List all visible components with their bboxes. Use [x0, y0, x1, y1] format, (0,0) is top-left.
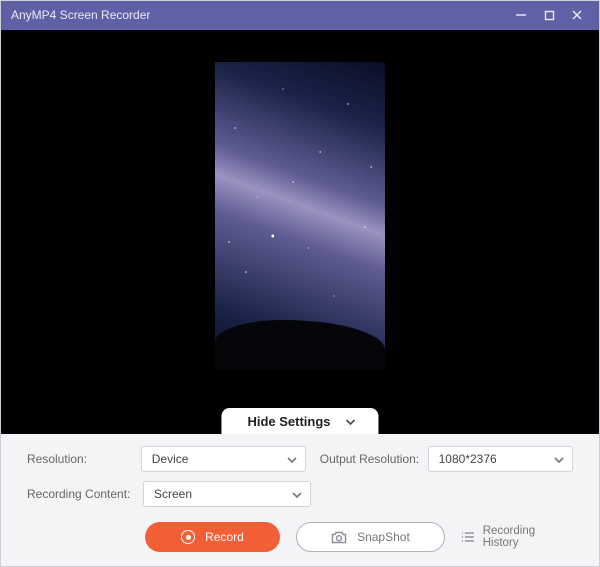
titlebar[interactable]: AnyMP4 Screen Recorder: [1, 1, 599, 30]
recording-history-label: Recording History: [483, 525, 573, 549]
close-icon: [571, 9, 583, 21]
minimize-icon: [515, 9, 527, 21]
recording-content-value: Screen: [154, 487, 192, 501]
resolution-value: Device: [152, 452, 189, 466]
list-icon: [461, 531, 475, 543]
maximize-icon: [544, 10, 555, 21]
close-button[interactable]: [563, 1, 591, 30]
recording-content-select[interactable]: Screen: [143, 481, 311, 507]
settings-panel: Resolution: Device Output Resolution: 10…: [1, 434, 599, 566]
preview-area: Hide Settings: [1, 30, 599, 434]
snapshot-label: SnapShot: [357, 530, 410, 544]
app-title: AnyMP4 Screen Recorder: [11, 8, 507, 22]
record-button[interactable]: Record: [145, 522, 280, 552]
hide-settings-label: Hide Settings: [247, 414, 330, 429]
settings-row-2: Recording Content: Screen: [27, 481, 573, 507]
resolution-label: Resolution:: [27, 452, 133, 466]
output-resolution-label: Output Resolution:: [314, 452, 420, 466]
recording-history-link[interactable]: Recording History: [461, 525, 573, 549]
output-resolution-select[interactable]: 1080*2376: [428, 446, 573, 472]
chevron-down-icon: [292, 492, 302, 498]
actions-row: Record SnapShot Recording History: [27, 522, 573, 552]
resolution-select[interactable]: Device: [141, 446, 306, 472]
app-window: AnyMP4 Screen Recorder Hide Settings: [0, 0, 600, 567]
snapshot-button[interactable]: SnapShot: [296, 522, 445, 552]
record-label: Record: [205, 530, 244, 544]
chevron-down-icon: [345, 418, 357, 426]
maximize-button[interactable]: [535, 1, 563, 30]
hide-settings-toggle[interactable]: Hide Settings: [221, 408, 378, 434]
camera-icon: [331, 531, 347, 544]
output-resolution-value: 1080*2376: [439, 452, 497, 466]
record-icon: [181, 530, 195, 544]
minimize-button[interactable]: [507, 1, 535, 30]
device-preview: [215, 62, 385, 432]
chevron-down-icon: [554, 457, 564, 463]
chevron-down-icon: [287, 457, 297, 463]
settings-row-1: Resolution: Device Output Resolution: 10…: [27, 446, 573, 472]
device-screen: [215, 62, 385, 362]
recording-content-label: Recording Content:: [27, 487, 135, 501]
